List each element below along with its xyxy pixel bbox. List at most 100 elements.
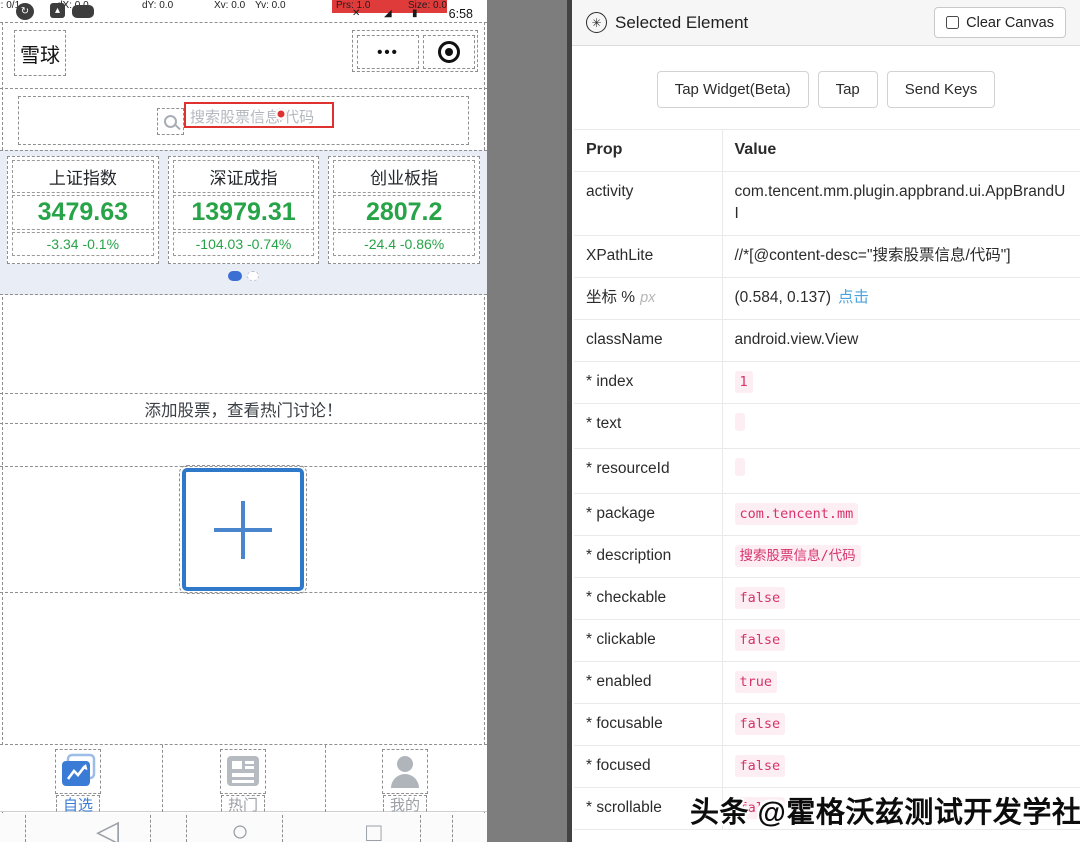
- prop-value-code: com.tencent.mm: [735, 503, 859, 525]
- search-icon: [157, 108, 184, 135]
- clear-canvas-button[interactable]: Clear Canvas: [934, 7, 1066, 38]
- plus-icon: [214, 501, 272, 559]
- prop-value-cell: [722, 449, 1080, 494]
- element-boundary: [420, 815, 421, 842]
- element-boundary: [2, 22, 3, 840]
- prop-unit: px: [640, 290, 655, 306]
- prop-name-cell: * enabled: [574, 662, 722, 704]
- tap-button[interactable]: Tap: [818, 71, 878, 108]
- watchlist-chart-icon: [55, 749, 101, 794]
- prop-value-cell: [722, 404, 1080, 449]
- pointer-location-overlay: P: 0/1 dX: 0.0 dY: 0.0 Xv: 0.0 Yv: 0.0 P…: [0, 0, 487, 22]
- prop-row[interactable]: * clickablefalse: [574, 620, 1080, 662]
- prop-value-cell: true: [722, 662, 1080, 704]
- prop-value-code: false: [735, 629, 786, 651]
- prop-row[interactable]: * focusablefalse: [574, 704, 1080, 746]
- prop-row[interactable]: * text: [574, 404, 1080, 449]
- prop-row[interactable]: * focused false: [574, 746, 1080, 788]
- prop-row[interactable]: classNameandroid.view.View: [574, 320, 1080, 362]
- element-boundary: [186, 815, 187, 842]
- index-name: 深证成指: [173, 160, 315, 193]
- prop-value-code: 搜索股票信息/代码: [735, 545, 861, 567]
- more-options-button[interactable]: •••: [357, 35, 419, 69]
- index-change: -3.34 -0.1%: [12, 232, 154, 256]
- element-boundary: [0, 22, 487, 23]
- hot-grid-icon: [220, 749, 266, 794]
- prop-value-text: //*[@content-desc="搜索股票信息/代码"]: [735, 247, 1011, 264]
- element-boundary: [0, 88, 487, 89]
- element-boundary: [150, 815, 151, 842]
- split-divider[interactable]: [487, 0, 572, 842]
- device-screen-mirror[interactable]: P: 0/1 dX: 0.0 dY: 0.0 Xv: 0.0 Yv: 0.0 P…: [0, 0, 487, 842]
- send-keys-button[interactable]: Send Keys: [887, 71, 996, 108]
- prop-row[interactable]: 坐标 %px(0.584, 0.137)点击: [574, 278, 1080, 320]
- nav-back-icon[interactable]: ◁: [96, 817, 119, 842]
- add-stock-button[interactable]: [182, 468, 304, 591]
- nav-home-icon[interactable]: ○: [231, 817, 249, 842]
- prop-name-cell: XPathLite: [574, 236, 722, 278]
- nav-recents-icon[interactable]: □: [366, 819, 382, 842]
- prop-value-code: [735, 413, 745, 431]
- prop-row[interactable]: * scrollablefalse: [574, 788, 1080, 830]
- inspector-panel: ✳ Selected Element Clear Canvas Tap Widg…: [572, 0, 1080, 842]
- index-change: -104.03 -0.74%: [173, 232, 315, 256]
- prop-name-cell: * focusable: [574, 704, 722, 746]
- prop-name-cell: * scrollable: [574, 788, 722, 830]
- index-carousel[interactable]: 上证指数 3479.63 -3.34 -0.1% 深证成指 13979.31 -…: [0, 150, 487, 295]
- index-value: 2807.2: [333, 195, 475, 230]
- selected-element-icon: ✳: [586, 12, 607, 33]
- index-name: 上证指数: [12, 160, 154, 193]
- prop-row[interactable]: * enabledtrue: [574, 662, 1080, 704]
- signal-icon: ◢: [384, 8, 392, 19]
- prop-row[interactable]: * package com.tencent.mm: [574, 494, 1080, 536]
- pointer-yv: Yv: 0.0: [255, 0, 286, 11]
- index-name: 创业板指: [333, 160, 475, 193]
- coords-tap-link[interactable]: 点击: [838, 289, 869, 306]
- properties-table: Prop Value activitycom.tencent.mm.plugin…: [574, 129, 1080, 830]
- panel-title: Selected Element: [615, 13, 748, 33]
- tab-watchlist[interactable]: 自选: [18, 749, 138, 816]
- search-bar[interactable]: 搜索股票信息/代码: [18, 96, 469, 145]
- tab-bar: 自选 热门: [0, 744, 487, 812]
- empty-state-hint-label: 添加股票，查看热门讨论！: [145, 397, 343, 421]
- tab-hot[interactable]: 热门: [183, 749, 303, 816]
- tap-widget-button[interactable]: Tap Widget(Beta): [657, 71, 809, 108]
- element-boundary: [0, 466, 487, 467]
- index-value: 13979.31: [173, 195, 315, 230]
- prop-value-text: com.tencent.mm.plugin.appbrand.ui.AppBra…: [735, 183, 1066, 222]
- prop-row[interactable]: * index1: [574, 362, 1080, 404]
- carousel-dot-active[interactable]: [228, 271, 242, 281]
- element-boundary: [25, 815, 26, 842]
- prop-row[interactable]: activitycom.tencent.mm.plugin.appbrand.u…: [574, 172, 1080, 236]
- prop-value-cell: android.view.View: [722, 320, 1080, 362]
- action-button-row: Tap Widget(Beta) Tap Send Keys: [572, 71, 1080, 108]
- pointer-xv: Xv: 0.0: [214, 0, 245, 11]
- prop-value-cell: //*[@content-desc="搜索股票信息/代码"]: [722, 236, 1080, 278]
- element-boundary: [452, 815, 453, 842]
- prop-name-cell: * focused: [574, 746, 722, 788]
- index-card-shenzhen[interactable]: 深证成指 13979.31 -104.03 -0.74%: [168, 156, 320, 264]
- element-boundary: [484, 22, 485, 840]
- prop-value-cell: false: [722, 704, 1080, 746]
- index-card-chinext[interactable]: 创业板指 2807.2 -24.4 -0.86%: [328, 156, 480, 264]
- prop-name-cell: * checkable: [574, 578, 722, 620]
- prop-value-cell: false: [722, 746, 1080, 788]
- prop-value-text: android.view.View: [735, 331, 859, 348]
- prop-row[interactable]: * checkable false: [574, 578, 1080, 620]
- prop-value-code: false: [735, 587, 786, 609]
- prop-value-code: false: [735, 755, 786, 777]
- notification-sync-icon: ↻: [16, 3, 34, 20]
- prop-row[interactable]: XPathLite //*[@content-desc="搜索股票信息/代码"]: [574, 236, 1080, 278]
- close-miniprogram-button[interactable]: [423, 35, 475, 69]
- carousel-dot[interactable]: [247, 271, 259, 281]
- prop-name-cell: * package: [574, 494, 722, 536]
- clear-canvas-checkbox[interactable]: [946, 16, 959, 29]
- app-title-label: 雪球: [20, 39, 60, 68]
- prop-value-cell: 搜索股票信息/代码: [722, 536, 1080, 578]
- prop-row[interactable]: * description搜索股票信息/代码: [574, 536, 1080, 578]
- index-card-shanghai[interactable]: 上证指数 3479.63 -3.34 -0.1%: [7, 156, 159, 264]
- target-circle-icon: [438, 41, 460, 63]
- prop-row[interactable]: * resourceId: [574, 449, 1080, 494]
- tab-me[interactable]: 我的: [345, 749, 465, 816]
- element-boundary: [282, 815, 283, 842]
